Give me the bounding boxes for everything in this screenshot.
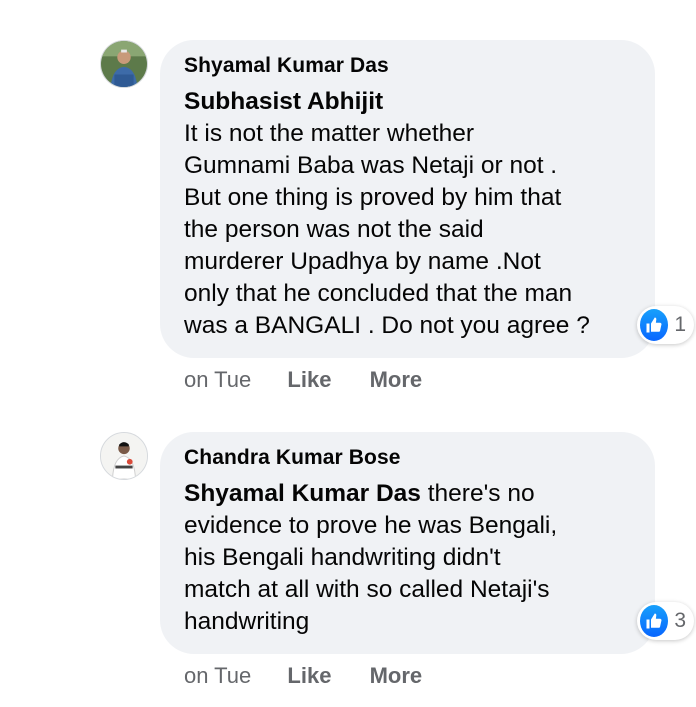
comment-line: murderer Upadhya by name .Not	[184, 248, 541, 275]
comment-line: It is not the matter whether	[184, 120, 475, 147]
comment-actions: on Tue Like More	[184, 366, 422, 394]
like-button[interactable]: Like	[287, 366, 331, 394]
comment-line-rest: there's no	[420, 480, 535, 507]
comment-text: Subhasist Abhijit It is not the matter w…	[184, 86, 631, 342]
mention-link[interactable]: Shyamal Kumar Das	[184, 480, 421, 507]
reaction-count: 1	[674, 313, 686, 336]
avatar-photo	[101, 41, 147, 87]
comment-line: match at all with so called Netaji's	[184, 576, 550, 603]
comment-line: was a BANGALI . Do not you agree ?	[184, 312, 590, 339]
reaction-count: 3	[674, 609, 686, 632]
more-button[interactable]: More	[370, 662, 423, 690]
comment-line: the person was not the said	[184, 216, 484, 243]
timestamp[interactable]: on Tue	[184, 366, 251, 394]
comment-line: Shyamal Kumar Das there's no	[184, 478, 631, 510]
comment-line: Gumnami Baba was Netaji or not .	[184, 152, 558, 179]
like-button[interactable]: Like	[287, 662, 331, 690]
comment-line: handwriting	[184, 608, 310, 635]
comment-bubble: Shyamal Kumar Das Subhasist Abhijit It i…	[160, 40, 655, 358]
more-button[interactable]: More	[370, 366, 423, 394]
avatar[interactable]	[100, 432, 148, 480]
thumbs-up-icon	[640, 605, 669, 637]
comment-text: Shyamal Kumar Das there's no evidence to…	[184, 478, 631, 638]
mention-link[interactable]: Subhasist Abhijit	[184, 86, 631, 118]
comment-author[interactable]: Chandra Kumar Bose	[184, 444, 631, 472]
avatar-photo	[101, 433, 147, 479]
comment-line: But one thing is proved by him that	[184, 184, 562, 211]
timestamp[interactable]: on Tue	[184, 662, 251, 690]
thumbs-up-icon	[640, 309, 669, 341]
comment-line: only that he concluded that the man	[184, 280, 573, 307]
reaction-summary[interactable]: 1	[637, 306, 694, 344]
comment-line: evidence to prove he was Bengali,	[184, 512, 558, 539]
comment-bubble: Chandra Kumar Bose Shyamal Kumar Das the…	[160, 432, 655, 654]
comment-line: his Bengali handwriting didn't	[184, 544, 501, 571]
reaction-summary[interactable]: 3	[637, 602, 694, 640]
comment-author[interactable]: Shyamal Kumar Das	[184, 52, 631, 80]
comment-actions: on Tue Like More	[184, 662, 422, 690]
avatar[interactable]	[100, 40, 148, 88]
